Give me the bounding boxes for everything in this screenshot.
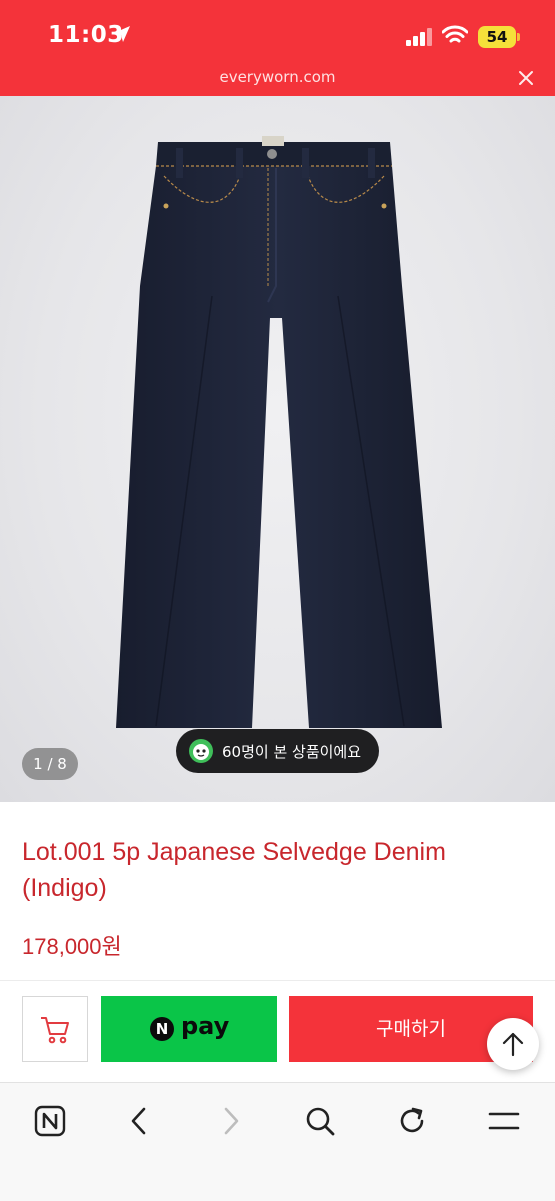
back-icon xyxy=(131,1107,146,1135)
battery-level: 54 xyxy=(478,26,516,48)
refresh-icon xyxy=(400,1107,424,1133)
product-title: Lot.001 5p Japanese Selvedge Denim (Indi… xyxy=(22,838,446,902)
wifi-icon xyxy=(442,25,468,43)
product-price: 178,000원 xyxy=(22,934,122,959)
image-counter: 1 / 8 xyxy=(22,748,78,780)
refresh-button[interactable] xyxy=(392,1101,432,1141)
menu-icon xyxy=(488,1112,520,1130)
viewers-badge: 60명이 본 상품이에요 xyxy=(176,729,379,773)
npay-button[interactable]: N pay xyxy=(101,996,277,1062)
forward-button[interactable] xyxy=(210,1101,250,1141)
browser-toolbar xyxy=(0,1082,555,1201)
close-icon[interactable] xyxy=(518,70,534,86)
purchase-bar: N pay 구매하기 xyxy=(0,980,555,1081)
status-bar: 11:03 54 everyworn.com xyxy=(0,0,555,96)
arrow-up-icon xyxy=(502,1032,524,1057)
url-label[interactable]: everyworn.com xyxy=(0,68,555,86)
npay-label: pay xyxy=(181,1012,230,1040)
product-image[interactable] xyxy=(0,96,555,802)
battery-tip xyxy=(517,33,520,41)
scroll-top-button[interactable] xyxy=(487,1018,539,1070)
menu-button[interactable] xyxy=(484,1101,524,1141)
signal-icon xyxy=(406,28,432,46)
cart-icon xyxy=(41,1017,69,1044)
naver-home-button[interactable] xyxy=(30,1101,70,1141)
naver-icon xyxy=(34,1105,66,1137)
search-icon xyxy=(306,1107,335,1136)
viewers-text: 60명이 본 상품이에요 xyxy=(222,743,362,761)
forward-icon xyxy=(224,1107,239,1135)
search-button[interactable] xyxy=(300,1101,340,1141)
back-button[interactable] xyxy=(120,1101,160,1141)
add-to-cart-button[interactable] xyxy=(22,996,88,1062)
location-arrow-icon xyxy=(114,26,130,42)
viewer-face-icon xyxy=(189,739,213,763)
npay-badge: N xyxy=(150,1017,174,1041)
jeans-illustration xyxy=(116,136,442,728)
